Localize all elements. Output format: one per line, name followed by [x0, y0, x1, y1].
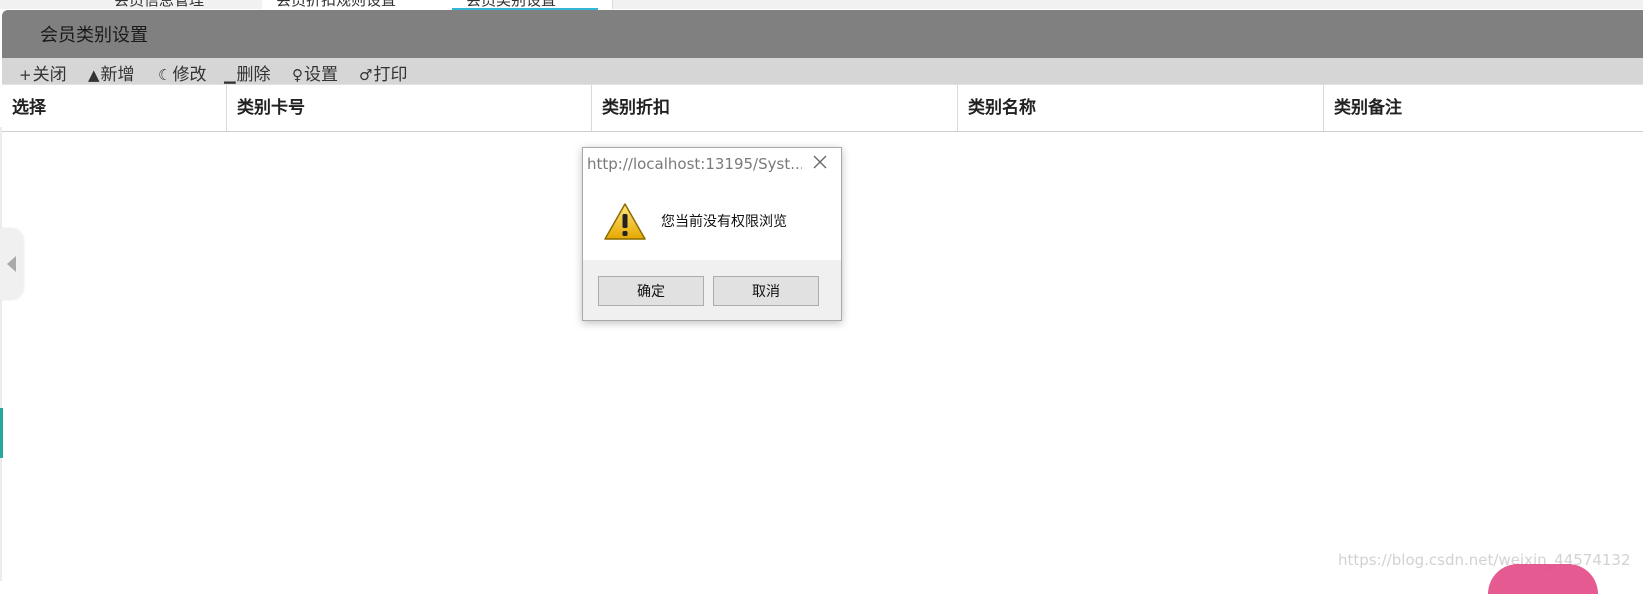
add-button[interactable]: ▲新增 — [88, 60, 135, 85]
settings-icon: ♀ — [292, 66, 303, 84]
delete-icon: ▁ — [224, 66, 236, 84]
close-button-label: 关闭 — [32, 65, 67, 85]
edit-button-label: 修改 — [172, 65, 207, 85]
tab-strip: 会员信息管理 会员折扣规则设置 会员类别设置 — [0, 0, 1643, 10]
print-button-label: 打印 — [373, 65, 408, 85]
close-button[interactable]: +关闭 — [19, 60, 67, 85]
tab-discount-rules[interactable]: 会员折扣规则设置 — [262, 0, 467, 9]
column-header-select[interactable]: 选择 — [2, 85, 227, 131]
add-icon: ▲ — [88, 66, 100, 84]
close-icon: + — [19, 66, 32, 84]
delete-button-label: 删除 — [236, 65, 271, 85]
toolbar: +关闭 ▲新增 ☾修改 ▁删除 ♀设置 ♂打印 — [2, 58, 1643, 85]
watermark: https://blog.csdn.net/weixin_44574132 — [1338, 551, 1631, 569]
column-header-card-no[interactable]: 类别卡号 — [227, 85, 592, 131]
ok-button[interactable]: 确定 — [598, 276, 704, 306]
tab-member-info[interactable]: 会员信息管理 — [100, 0, 275, 9]
column-header-discount[interactable]: 类别折扣 — [592, 85, 958, 131]
alert-dialog: http://localhost:13195/Syst... 您当前没有权限浏览… — [582, 147, 842, 321]
panel-header: 会员类别设置 — [2, 10, 1643, 58]
column-header-name[interactable]: 类别名称 — [958, 85, 1324, 131]
dialog-message: 您当前没有权限浏览 — [661, 214, 787, 230]
add-button-label: 新增 — [100, 65, 135, 85]
dialog-footer: 确定 取消 — [583, 260, 841, 320]
delete-button[interactable]: ▁删除 — [224, 60, 271, 85]
grid-header: 选择 类别卡号 类别折扣 类别名称 类别备注 — [2, 84, 1643, 132]
settings-button-label: 设置 — [304, 65, 338, 85]
page-title: 会员类别设置 — [40, 25, 148, 46]
left-border — [0, 127, 2, 581]
edit-icon: ☾ — [158, 66, 172, 84]
accent-marker — [0, 408, 3, 458]
dialog-title: http://localhost:13195/Syst... — [587, 155, 802, 173]
chevron-left-icon — [7, 256, 16, 272]
edit-button[interactable]: ☾修改 — [158, 60, 206, 85]
column-header-remark[interactable]: 类别备注 — [1324, 85, 1643, 131]
sidebar-collapse-handle[interactable] — [0, 228, 23, 300]
close-icon[interactable] — [810, 152, 830, 172]
decorative-shape — [1488, 564, 1598, 594]
print-icon: ♂ — [359, 66, 373, 84]
cancel-button[interactable]: 取消 — [713, 276, 819, 306]
settings-button[interactable]: ♀设置 — [292, 60, 338, 85]
warning-icon — [604, 203, 646, 240]
print-button[interactable]: ♂打印 — [359, 60, 407, 85]
